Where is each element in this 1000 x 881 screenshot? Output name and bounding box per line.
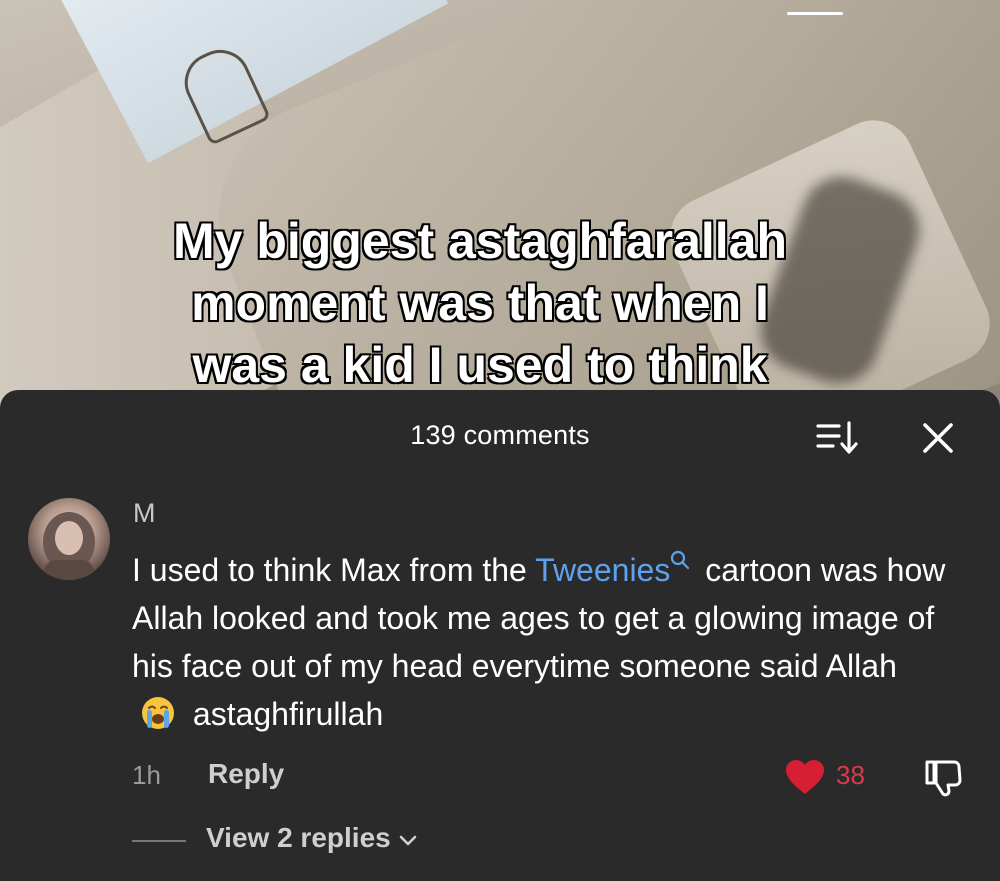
comment-meta: 1h Reply 38 [132,754,972,798]
caption-line: moment was that when I [190,274,770,332]
search-suggestion-link[interactable]: Tweenies [535,552,670,588]
comment-text-part: I used to think Max from the [132,552,536,588]
like-count: 38 [836,760,865,790]
sort-icon[interactable] [815,418,861,458]
close-icon[interactable] [918,418,958,458]
comment-text: I used to think Max from the Tweenies ca… [132,546,952,738]
caption-line: My biggest astaghfarallah [172,212,788,270]
comments-sheet: 139 comments M I used to think Max from … [0,390,1000,881]
loudly-crying-face-icon [142,697,174,729]
comment-timestamp: 1h [132,760,161,790]
avatar[interactable] [28,498,110,580]
caption-line: was a kid I used to think [191,336,768,394]
view-replies-text: View 2 replies [206,822,391,853]
dislike-icon[interactable] [922,756,964,798]
search-icon[interactable] [670,550,690,570]
grabber-handle [787,12,843,15]
chevron-down-icon [399,835,417,845]
avatar-portrait [43,512,95,580]
comment-author[interactable]: M [133,498,156,529]
replies-divider [132,840,186,842]
reply-button[interactable]: Reply [208,758,284,790]
comment-text-part: astaghfirullah [184,696,384,732]
view-replies-label: View 2 replies [206,822,419,854]
heart-icon[interactable] [784,758,826,796]
video-caption: My biggest astaghfarallah moment was tha… [0,210,960,396]
video-player[interactable]: My biggest astaghfarallah moment was tha… [0,0,1000,420]
comments-header: 139 comments [0,410,1000,462]
